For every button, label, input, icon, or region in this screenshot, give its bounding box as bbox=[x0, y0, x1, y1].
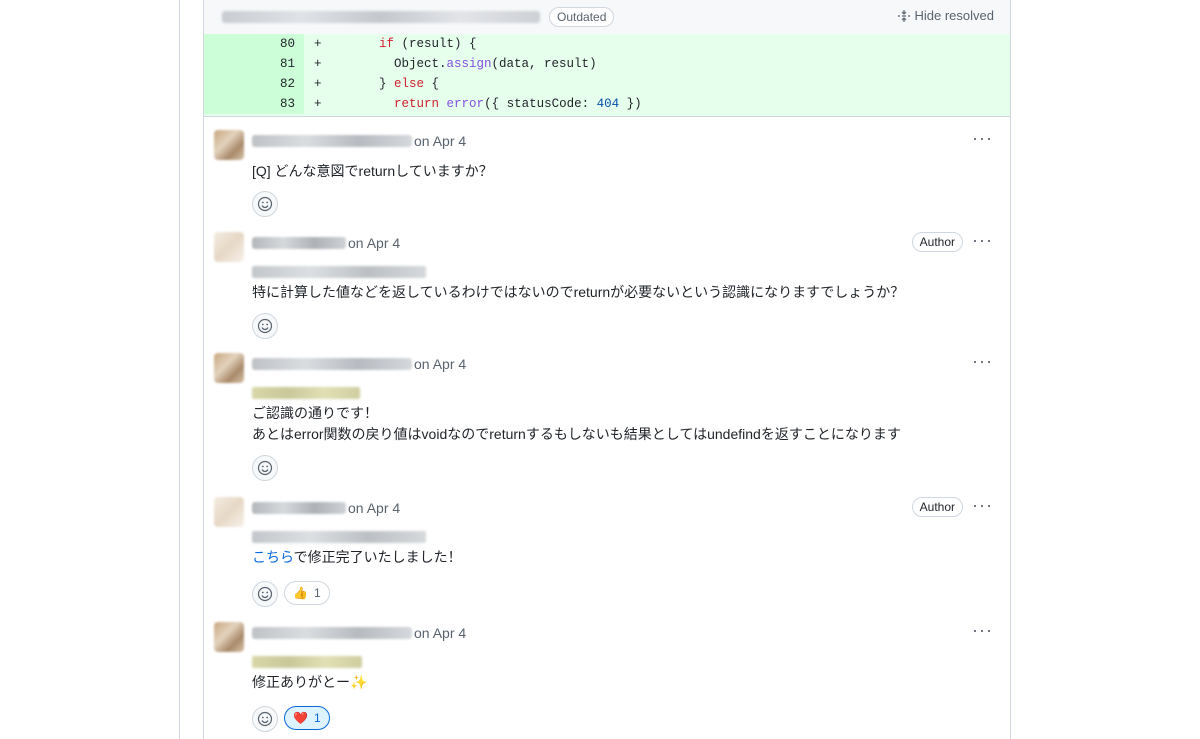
diff-line: 83 + return error({ statusCode: 404 }) bbox=[204, 94, 1010, 114]
reaction-bar bbox=[252, 455, 278, 481]
smiley-icon bbox=[257, 318, 273, 334]
comment-body-line: ご認識の通りです！ bbox=[252, 405, 378, 421]
reaction-bar bbox=[252, 313, 278, 339]
author-badge: Author bbox=[911, 232, 963, 252]
fix-commit-link[interactable]: こちら bbox=[252, 549, 294, 565]
review-comment: on Apr 4 Author ··· こちらで修正完了いたしました！ 👍 1 bbox=[214, 495, 999, 612]
comment-body-line: あとはerror関数の戻り値はvoidなのでreturnするもしないも結果として… bbox=[252, 426, 901, 442]
reaction-bar: 👍 1 bbox=[252, 581, 330, 607]
comment-date[interactable]: on Apr 4 bbox=[348, 500, 400, 516]
quoted-reply-redacted bbox=[252, 531, 426, 543]
diff-line: 81 + Object.assign(data, result) bbox=[204, 54, 1010, 74]
kebab-menu-icon[interactable]: ··· bbox=[972, 128, 993, 149]
review-comment: on Apr 4 ··· 修正ありがとー✨ ❤️ 1 bbox=[214, 620, 999, 739]
line-number[interactable]: 80 bbox=[204, 34, 304, 54]
avatar[interactable] bbox=[214, 622, 244, 652]
hide-resolved-label: Hide resolved bbox=[914, 8, 995, 23]
code-text: if (result) { bbox=[379, 37, 477, 51]
kebab-menu-icon[interactable]: ··· bbox=[972, 495, 993, 516]
diff-sign: + bbox=[314, 37, 322, 51]
kebab-menu-icon[interactable]: ··· bbox=[972, 620, 993, 641]
author-name-redacted[interactable] bbox=[252, 627, 412, 639]
kebab-menu-icon[interactable]: ··· bbox=[972, 230, 993, 251]
smiley-icon bbox=[257, 711, 273, 727]
hide-resolved-button[interactable]: Hide resolved bbox=[897, 8, 995, 23]
heart-reaction[interactable]: ❤️ 1 bbox=[284, 706, 330, 730]
thumbs-up-reaction[interactable]: 👍 1 bbox=[284, 581, 330, 605]
unfold-icon bbox=[897, 9, 910, 22]
reaction-bar: ❤️ 1 bbox=[252, 706, 330, 732]
smiley-icon bbox=[257, 196, 273, 212]
comment-body: こちらで修正完了いたしました！ bbox=[252, 547, 462, 568]
comment-meta: on Apr 4 bbox=[252, 625, 466, 641]
add-reaction-button[interactable] bbox=[252, 191, 278, 217]
review-comment: on Apr 4 Author ··· 特に計算した値などを返しているわけではな… bbox=[214, 230, 999, 342]
author-name-redacted[interactable] bbox=[252, 502, 346, 514]
author-name-redacted[interactable] bbox=[252, 237, 346, 249]
line-number[interactable]: 81 bbox=[204, 54, 304, 74]
author-name-redacted[interactable] bbox=[252, 358, 412, 370]
avatar[interactable] bbox=[214, 130, 244, 160]
reaction-count: 1 bbox=[313, 711, 321, 725]
reaction-bar bbox=[252, 191, 278, 217]
comment-body: 修正ありがとー✨ bbox=[252, 674, 368, 690]
kebab-menu-icon[interactable]: ··· bbox=[972, 351, 993, 372]
file-header: Outdated Hide resolved bbox=[204, 0, 1010, 34]
diff-sign: + bbox=[314, 97, 322, 111]
review-comment: on Apr 4 ··· [Q] どんな意図でreturnしていますか？ bbox=[214, 128, 999, 220]
comment-body: [Q] どんな意図でreturnしていますか？ bbox=[252, 163, 493, 179]
comment-body: 特に計算した値などを返しているわけではないのでreturnが必要ないという認識に… bbox=[252, 284, 905, 300]
author-badge: Author bbox=[911, 497, 963, 517]
comment-meta: on Apr 4 bbox=[252, 356, 466, 372]
quoted-reply-redacted bbox=[252, 387, 360, 399]
avatar[interactable] bbox=[214, 497, 244, 527]
thumbs-up-icon: 👍 bbox=[293, 586, 308, 600]
comment-date[interactable]: on Apr 4 bbox=[414, 625, 466, 641]
quoted-reply-redacted bbox=[252, 266, 426, 278]
avatar[interactable] bbox=[214, 353, 244, 383]
author-name-redacted[interactable] bbox=[252, 135, 412, 147]
avatar[interactable] bbox=[214, 232, 244, 262]
code-text: return error({ statusCode: 404 }) bbox=[394, 97, 642, 111]
add-reaction-button[interactable] bbox=[252, 581, 278, 607]
review-thread-panel: Outdated Hide resolved 80 + if (result) … bbox=[203, 0, 1011, 739]
heart-icon: ❤️ bbox=[293, 711, 308, 725]
comment-date[interactable]: on Apr 4 bbox=[348, 235, 400, 251]
comment-body-text: で修正完了いたしました！ bbox=[293, 549, 462, 565]
comment-meta: on Apr 4 bbox=[252, 235, 400, 251]
code-text: Object.assign(data, result) bbox=[394, 57, 597, 71]
diff-hunk: 80 + if (result) { 81 + Object.assign(da… bbox=[204, 34, 1010, 117]
page-left-rule bbox=[179, 0, 180, 739]
add-reaction-button[interactable] bbox=[252, 455, 278, 481]
diff-sign: + bbox=[314, 77, 322, 91]
quoted-reply-redacted bbox=[252, 656, 362, 668]
file-path-redacted bbox=[222, 11, 540, 23]
reaction-count: 1 bbox=[313, 586, 321, 600]
code-text: } else { bbox=[379, 77, 440, 91]
add-reaction-button[interactable] bbox=[252, 706, 278, 732]
line-number[interactable]: 83 bbox=[204, 94, 304, 114]
comment-meta: on Apr 4 bbox=[252, 133, 466, 149]
diff-line: 82 + } else { bbox=[204, 74, 1010, 94]
comment-meta: on Apr 4 bbox=[252, 500, 400, 516]
comment-date[interactable]: on Apr 4 bbox=[414, 133, 466, 149]
comment-date[interactable]: on Apr 4 bbox=[414, 356, 466, 372]
diff-sign: + bbox=[314, 57, 322, 71]
smiley-icon bbox=[257, 586, 273, 602]
line-number[interactable]: 82 bbox=[204, 74, 304, 94]
smiley-icon bbox=[257, 460, 273, 476]
review-comment: on Apr 4 ··· ご認識の通りです！ あとはerror関数の戻り値はvo… bbox=[214, 351, 999, 483]
outdated-badge: Outdated bbox=[549, 7, 615, 27]
add-reaction-button[interactable] bbox=[252, 313, 278, 339]
diff-line: 80 + if (result) { bbox=[204, 34, 1010, 54]
